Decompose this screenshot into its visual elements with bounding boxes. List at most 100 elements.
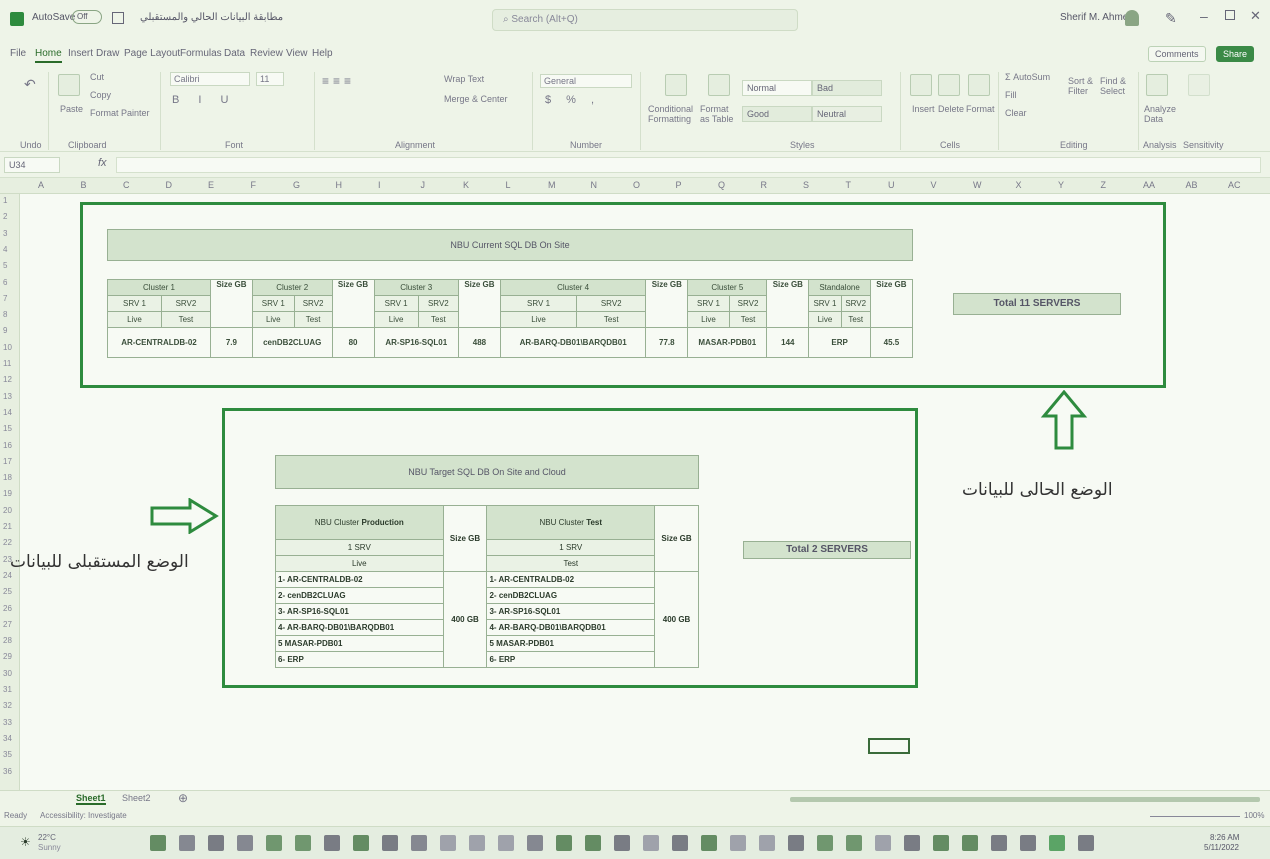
sheet-tab-2[interactable]: Sheet2 [122,793,151,803]
column-header[interactable]: AB [1186,180,1198,190]
column-header[interactable]: M [548,180,556,190]
tab-insert[interactable]: Insert [68,48,93,59]
column-header[interactable]: Q [718,180,725,190]
row-header[interactable]: 12 [3,375,12,384]
paste-icon[interactable] [58,74,80,96]
tab-file[interactable]: File [10,48,26,59]
font-size-select[interactable]: 11 [256,72,284,86]
analyze-data-button[interactable]: Analyze Data [1144,104,1176,124]
format-cells-icon[interactable] [968,74,990,96]
clock-date[interactable]: 5/11/2022 [1204,843,1239,852]
save-icon[interactable] [112,12,124,24]
column-header[interactable]: AC [1228,180,1241,190]
column-header[interactable]: E [208,180,214,190]
column-header[interactable]: K [463,180,469,190]
insert-cells-icon[interactable] [910,74,932,96]
taskbar-app-icon[interactable] [933,835,949,851]
undo-icon[interactable]: ↶ [24,76,36,93]
minimize-icon[interactable]: – [1200,8,1208,24]
sensitivity-icon[interactable] [1188,74,1210,96]
selected-cell[interactable] [868,738,910,754]
row-header[interactable]: 27 [3,620,12,629]
fill-button[interactable]: Fill [1005,90,1017,100]
row-header[interactable]: 28 [3,636,12,645]
row-header[interactable]: 32 [3,701,12,710]
taskbar-app-icon[interactable] [672,835,688,851]
sheet-tab-1[interactable]: Sheet1 [76,793,106,805]
row-header[interactable]: 2 [3,212,7,221]
taskbar-app-icon[interactable] [1020,835,1036,851]
pen-icon[interactable]: ✎ [1165,10,1177,27]
column-header[interactable]: B [81,180,87,190]
style-bad[interactable]: Bad [812,80,882,96]
column-header[interactable]: R [761,180,768,190]
insert-button[interactable]: Insert [912,104,935,114]
row-header[interactable]: 4 [3,245,7,254]
style-good[interactable]: Good [742,106,812,122]
row-header[interactable]: 6 [3,278,7,287]
tab-page-layout[interactable]: Page Layout [124,48,180,59]
copy-button[interactable]: Copy [90,90,111,100]
align-buttons[interactable]: ≡≡≡ [322,74,355,88]
taskbar-app-icon[interactable] [382,835,398,851]
taskbar-app-icon[interactable] [614,835,630,851]
horizontal-scrollbar[interactable] [790,797,1260,802]
sort-filter-button[interactable]: Sort & Filter [1068,76,1104,96]
wrap-text-button[interactable]: Wrap Text [444,74,484,84]
taskbar-app-icon[interactable] [324,835,340,851]
accessibility-status[interactable]: Accessibility: Investigate [40,811,127,820]
taskbar-app-icon[interactable] [266,835,282,851]
column-header[interactable]: H [336,180,343,190]
taskbar-app-icon[interactable] [179,835,195,851]
tab-draw[interactable]: Draw [96,48,119,59]
taskbar-app-icon[interactable] [440,835,456,851]
row-header[interactable]: 18 [3,473,12,482]
column-header[interactable]: U [888,180,895,190]
row-header[interactable]: 24 [3,571,12,580]
taskbar-app-icon[interactable] [1049,835,1065,851]
taskbar-app-icon[interactable] [353,835,369,851]
column-header[interactable]: Z [1101,180,1107,190]
style-neutral[interactable]: Neutral [812,106,882,122]
row-header[interactable]: 29 [3,652,12,661]
tab-review[interactable]: Review [250,48,283,59]
row-header[interactable]: 3 [3,229,7,238]
taskbar-app-icon[interactable] [730,835,746,851]
zoom-slider[interactable] [1150,816,1240,817]
format-table-icon[interactable] [708,74,730,96]
row-header[interactable]: 13 [3,392,12,401]
row-header[interactable]: 14 [3,408,12,417]
taskbar-app-icon[interactable] [556,835,572,851]
row-header[interactable]: 31 [3,685,12,694]
row-header[interactable]: 34 [3,734,12,743]
format-painter-button[interactable]: Format Painter [90,108,150,118]
column-header[interactable]: Y [1058,180,1064,190]
taskbar-app-icon[interactable] [788,835,804,851]
formula-input[interactable] [116,157,1261,173]
column-header[interactable]: N [591,180,598,190]
row-header[interactable]: 5 [3,261,7,270]
taskbar-app-icon[interactable] [237,835,253,851]
row-header[interactable]: 11 [3,359,11,368]
taskbar-app-icon[interactable] [817,835,833,851]
cut-button[interactable]: Cut [90,72,104,82]
row-header[interactable]: 15 [3,424,12,433]
taskbar-app-icon[interactable] [208,835,224,851]
clock-time[interactable]: 8:26 AM [1210,833,1239,842]
close-icon[interactable]: ✕ [1250,8,1261,24]
column-header[interactable]: W [973,180,982,190]
taskbar-app-icon[interactable] [585,835,601,851]
delete-button[interactable]: Delete [938,104,964,114]
column-header[interactable]: G [293,180,300,190]
user-name[interactable]: Sherif M. Ahmed [1060,12,1134,23]
tab-home[interactable]: Home [35,48,62,63]
comments-button[interactable]: Comments [1148,46,1206,62]
taskbar-app-icon[interactable] [846,835,862,851]
paste-button[interactable]: Paste [60,104,83,114]
row-header[interactable]: 16 [3,441,12,450]
taskbar-app-icon[interactable] [527,835,543,851]
taskbar-app-icon[interactable] [759,835,775,851]
add-sheet-icon[interactable]: ⊕ [178,791,188,805]
taskbar-app-icon[interactable] [701,835,717,851]
number-format-select[interactable]: General [540,74,632,88]
